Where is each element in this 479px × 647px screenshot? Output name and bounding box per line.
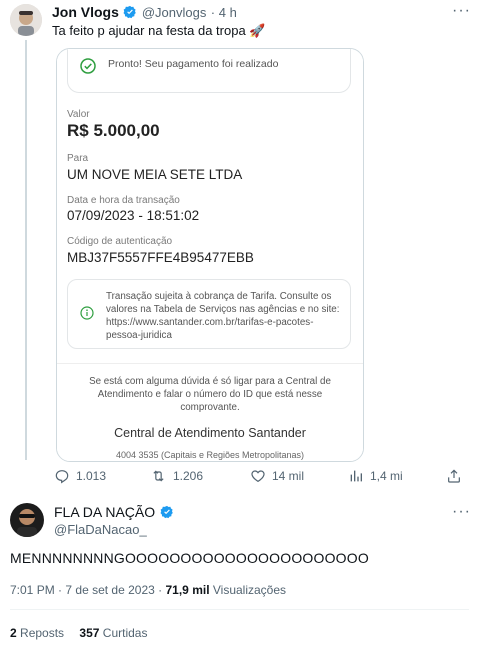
likes-link[interactable]: 357 Curtidas: [79, 626, 147, 640]
views-button[interactable]: 1,4 mi: [348, 468, 403, 484]
central-title: Central de Atendimento Santander: [114, 426, 306, 440]
help-text: Se está com alguma dúvida é só ligar par…: [89, 376, 331, 413]
para-value: UM NOVE MEIA SETE LTDA: [67, 167, 243, 182]
fee-notice-text: Transação sujeita à cobrança de Tarifa. …: [106, 291, 340, 341]
reposts-label: Reposts: [20, 626, 65, 640]
share-button[interactable]: [446, 468, 462, 489]
author-name[interactable]: FLA DA NAÇÃO: [54, 504, 155, 520]
tweet-time[interactable]: 4 h: [219, 5, 237, 20]
codigo-value: MBJ37F5557FFE4B95477EBB: [67, 250, 254, 265]
tweet-header: Jon Vlogs @Jonvlogs · 4 h: [52, 4, 237, 22]
retweet-count: 1.206: [173, 469, 204, 483]
author-handle[interactable]: @FlaDaNacao_: [54, 522, 147, 537]
reply-button[interactable]: 1.013: [54, 468, 106, 484]
valor-value: R$ 5.000,00: [67, 121, 160, 140]
separator-dot: ·: [158, 583, 166, 597]
separator-dot: ·: [210, 5, 219, 20]
author-name[interactable]: Jon Vlogs: [52, 4, 119, 20]
reposts-link[interactable]: 2 Reposts: [10, 626, 64, 640]
retweet-button[interactable]: 1.206: [150, 468, 203, 484]
share-icon: [448, 469, 460, 483]
data-value: 07/09/2023 - 18:51:02: [67, 208, 200, 223]
data-label: Data e hora da transação: [67, 195, 180, 206]
analytics-icon: [350, 470, 362, 482]
central-phone: 4004 3535 (Capitais e Regiões Metropolit…: [115, 450, 305, 460]
author-avatar-jonvlogs[interactable]: [10, 4, 42, 36]
heart-icon: [251, 470, 265, 483]
author-handle[interactable]: @Jonvlogs: [142, 5, 207, 20]
tweet-text: MENNNNNNNNGOOOOOOOOOOOOOOOOOOOOOO: [10, 550, 369, 566]
check-circle-icon: [80, 58, 96, 74]
reply-icon: [55, 470, 69, 484]
success-banner: Pronto! Seu pagamento foi realizado: [67, 49, 351, 93]
avatar-image: [10, 4, 42, 36]
tweet-text: Ta feito p ajudar na festa da tropa 🚀: [52, 23, 266, 38]
more-options-button[interactable]: ···: [452, 2, 471, 20]
reposts-count: 2: [10, 626, 17, 640]
divider: [57, 363, 363, 364]
views-count: 71,9 mil: [165, 583, 210, 597]
fee-notice: Transação sujeita à cobrança de Tarifa. …: [67, 279, 351, 349]
retweet-icon: [153, 470, 164, 482]
success-text: Pronto! Seu pagamento foi realizado: [108, 58, 279, 70]
views-count: 1,4 mi: [370, 469, 403, 483]
engagement-row: 2 Reposts 357 Curtidas: [10, 626, 147, 640]
likes-label: Curtidas: [102, 626, 148, 640]
avatar-image: [10, 503, 44, 537]
author-avatar-fladanacao[interactable]: [10, 503, 44, 537]
verified-badge-icon: [160, 505, 173, 519]
verified-badge-icon: [123, 5, 137, 19]
tweet-time[interactable]: 7:01 PM: [10, 583, 55, 597]
like-count: 14 mil: [272, 469, 305, 483]
thread-line: [25, 40, 27, 460]
attached-image[interactable]: Pronto! Seu pagamento foi realizado Valo…: [56, 48, 364, 462]
divider: [10, 609, 469, 610]
info-icon: [80, 306, 94, 320]
views-label: Visualizações: [212, 583, 287, 597]
reply-count: 1.013: [76, 469, 107, 483]
more-options-button[interactable]: ···: [452, 503, 471, 521]
codigo-label: Código de autenticação: [67, 236, 173, 247]
likes-count: 357: [79, 626, 100, 640]
receipt-screenshot: Pronto! Seu pagamento foi realizado Valo…: [57, 49, 363, 461]
tweet-date[interactable]: 7 de set de 2023: [65, 583, 154, 597]
like-button[interactable]: 14 mil: [250, 468, 304, 484]
para-label: Para: [67, 153, 89, 164]
tweet-meta: 7:01 PM · 7 de set de 2023 · 71,9 mil Vi…: [10, 583, 286, 597]
valor-label: Valor: [67, 109, 90, 120]
main-author-row: FLA DA NAÇÃO: [54, 504, 174, 522]
